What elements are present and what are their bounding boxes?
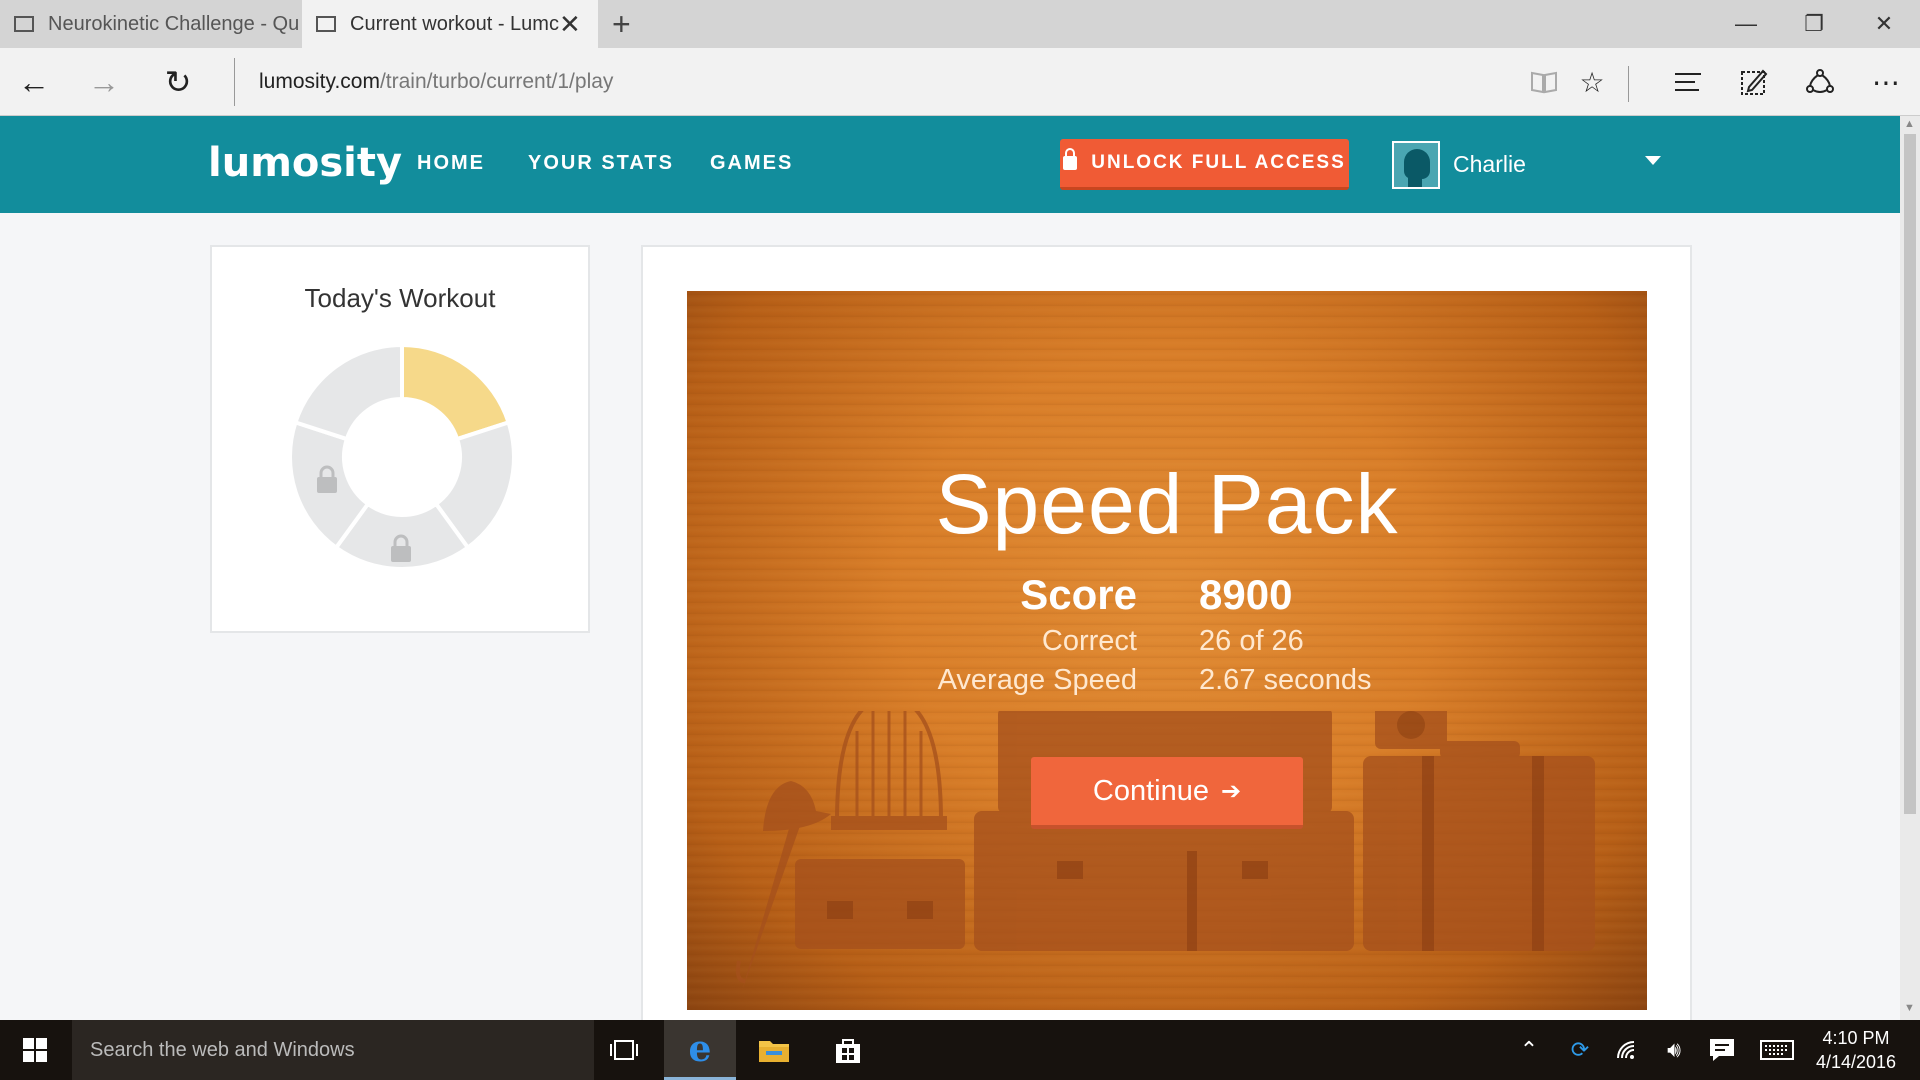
- average-speed-label: Average Speed: [937, 664, 1137, 696]
- user-name[interactable]: Charlie: [1453, 151, 1526, 178]
- tab-neurokinetic[interactable]: Neurokinetic Challenge - Qu: [0, 0, 298, 48]
- url-domain: lumosity.com: [259, 70, 380, 93]
- nav-games[interactable]: GAMES: [710, 152, 793, 175]
- continue-button[interactable]: Continue ➔: [1031, 757, 1303, 829]
- close-icon[interactable]: ✕: [559, 9, 581, 40]
- todays-workout-card: Today's Workout: [210, 245, 590, 633]
- clock-time: 4:10 PM: [1822, 1028, 1890, 1048]
- wifi-icon[interactable]: [1608, 1020, 1648, 1080]
- arrow-right-icon: ➔: [1220, 777, 1242, 805]
- notifications-icon[interactable]: [1700, 1020, 1744, 1080]
- page-icon: [14, 16, 34, 32]
- toolbar-divider: [1628, 66, 1629, 102]
- page-icon: [316, 16, 336, 32]
- keyboard-icon[interactable]: [1752, 1020, 1802, 1080]
- hub-icon[interactable]: [1666, 60, 1710, 104]
- address-bar: ← → ↻ lumosity.com/train/turbo/current/1…: [0, 48, 1920, 116]
- taskbar-search-input[interactable]: Search the web and Windows: [72, 1020, 594, 1080]
- tab-label: Current workout - Lumc: [350, 12, 559, 35]
- luggage-illustration: [735, 711, 1595, 991]
- workout-progress-donut[interactable]: [287, 342, 517, 572]
- score-label: Score: [1020, 571, 1137, 618]
- tab-current-workout[interactable]: Current workout - Lumc ✕: [302, 0, 598, 48]
- windows-logo-icon: [23, 1038, 47, 1062]
- workout-segment-completed[interactable]: [400, 342, 512, 442]
- system-clock[interactable]: 4:10 PM 4/14/2016: [1810, 1026, 1902, 1074]
- correct-label: Correct: [1041, 625, 1137, 657]
- nav-your-stats[interactable]: YOUR STATS: [528, 152, 674, 175]
- minimize-button[interactable]: —: [1712, 0, 1780, 48]
- new-tab-button[interactable]: +: [612, 6, 631, 43]
- windows-taskbar: Search the web and Windows e ⌃ ⟳ 🔊︎ 4:10…: [0, 1020, 1920, 1080]
- unlock-full-access-button[interactable]: UNLOCK FULL ACCESS: [1060, 139, 1349, 190]
- avatar[interactable]: [1392, 141, 1440, 189]
- browser-tab-strip: Neurokinetic Challenge - Qu Current work…: [0, 0, 1920, 48]
- workout-segment-pending[interactable]: [292, 342, 404, 442]
- task-view-icon[interactable]: [588, 1020, 660, 1080]
- game-results-board: Speed Pack Score 8900 Correct 26 of 26 A…: [687, 291, 1647, 1010]
- scroll-up-icon[interactable]: ▲: [1904, 118, 1915, 130]
- url-field[interactable]: lumosity.com/train/turbo/current/1/play: [234, 58, 613, 106]
- scroll-down-icon[interactable]: ▼: [1904, 1002, 1915, 1014]
- tab-label: Neurokinetic Challenge - Qu: [48, 12, 298, 35]
- continue-label: Continue: [1092, 774, 1209, 807]
- workout-title: Today's Workout: [304, 283, 496, 313]
- share-icon[interactable]: [1798, 60, 1842, 104]
- back-button[interactable]: ←: [12, 60, 56, 104]
- game-title: Speed Pack: [935, 457, 1399, 551]
- score-value: 8900: [1199, 571, 1293, 618]
- forward-button[interactable]: →: [82, 60, 126, 104]
- sync-icon[interactable]: ⟳: [1560, 1020, 1600, 1080]
- lumosity-logo[interactable]: lumosity: [208, 140, 402, 186]
- file-explorer-icon[interactable]: [738, 1020, 810, 1080]
- edge-browser-icon[interactable]: e: [664, 1020, 736, 1080]
- lock-icon: [1063, 148, 1078, 170]
- window-close-button[interactable]: ✕: [1850, 0, 1918, 48]
- site-header: lumosity HOME YOUR STATS GAMES UNLOCK FU…: [0, 116, 1900, 213]
- clock-date: 4/14/2016: [1815, 1052, 1897, 1072]
- windows-start-button[interactable]: [0, 1020, 70, 1080]
- unlock-label: UNLOCK FULL ACCESS: [1091, 152, 1346, 173]
- nav-home[interactable]: HOME: [417, 152, 485, 175]
- correct-value: 26 of 26: [1199, 625, 1304, 657]
- chevron-down-icon[interactable]: [1645, 156, 1661, 165]
- average-speed-value: 2.67 seconds: [1199, 664, 1372, 696]
- restore-button[interactable]: ❐: [1780, 0, 1848, 48]
- page-scrollbar[interactable]: ▲ ▼: [1900, 116, 1920, 1020]
- chevron-up-icon[interactable]: ⌃: [1512, 1020, 1546, 1080]
- scroll-thumb[interactable]: [1904, 134, 1916, 814]
- web-note-icon[interactable]: [1732, 60, 1776, 104]
- refresh-button[interactable]: ↻: [156, 60, 200, 104]
- store-icon[interactable]: [812, 1020, 884, 1080]
- reading-view-icon[interactable]: [1522, 60, 1566, 104]
- volume-icon[interactable]: 🔊︎: [1654, 1020, 1694, 1080]
- favorite-star-icon[interactable]: ☆: [1570, 60, 1614, 104]
- more-icon[interactable]: ⋯: [1864, 60, 1908, 104]
- url-path: /train/turbo/current/1/play: [379, 70, 614, 93]
